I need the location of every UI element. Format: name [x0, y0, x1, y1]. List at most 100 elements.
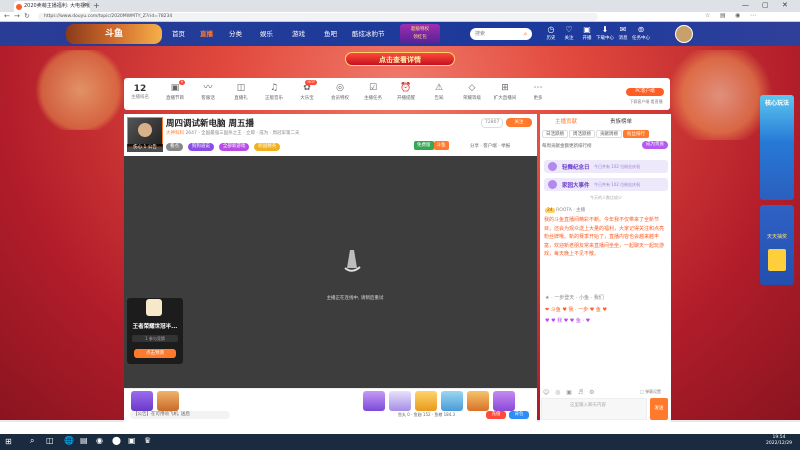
room-actions[interactable]: 分享 · 客户端 · 举报: [470, 143, 510, 149]
gift-item[interactable]: [363, 391, 385, 411]
recharge-button[interactable]: 充值: [486, 411, 506, 419]
rank-label: 主播排名: [131, 95, 149, 100]
nav-yuba[interactable]: 鱼吧: [324, 22, 337, 46]
tab-noble[interactable]: 贵族榜单: [610, 117, 632, 125]
browser-tab[interactable]: 2020卖萌主播福利: 大电视哦: [14, 1, 90, 12]
subtab-contrib[interactable]: 贡献周榜: [596, 130, 622, 138]
messages-button[interactable]: ✉ 消息: [614, 24, 632, 42]
room-tag[interactable]: 看点: [166, 143, 183, 151]
send-button[interactable]: 发送: [650, 398, 668, 420]
tab-contribution[interactable]: 主播贡献: [555, 117, 577, 125]
become-noble-button[interactable]: 成为贵族: [642, 141, 668, 149]
gift-item[interactable]: [415, 391, 437, 411]
side-ad-lottery[interactable]: 天天抽奖: [760, 205, 794, 285]
favorites-icon[interactable]: ☆: [705, 12, 710, 19]
toolbar-item[interactable]: ◎ 会员特权: [325, 82, 355, 103]
nav-entertainment[interactable]: 娱乐: [260, 22, 273, 46]
douyu-badge[interactable]: 斗鱼: [433, 141, 449, 150]
pc-client-button[interactable]: PC客户端: [626, 88, 664, 96]
room-tag[interactable]: 全部新游戏: [218, 143, 250, 151]
forward-arrow-icon[interactable]: →: [14, 12, 20, 20]
promo-badge[interactable]: 超级特权 领红包: [400, 24, 440, 44]
explorer-icon[interactable]: ▤: [80, 436, 88, 445]
nav-category[interactable]: 分类: [229, 22, 242, 46]
reload-icon[interactable]: ↻: [24, 12, 30, 20]
chat-input[interactable]: 这里输入聊天内容: [541, 398, 647, 420]
profile-icon[interactable]: ◉: [735, 12, 740, 19]
heart-icon: ♡: [565, 25, 573, 34]
toolbar-item[interactable]: ⏰ 开播提醒: [391, 82, 421, 103]
download-button[interactable]: ⬇ 下载中心: [596, 24, 614, 42]
window-close-button[interactable]: ✕: [782, 1, 788, 9]
subtab-fans[interactable]: 粉丝排行: [623, 130, 649, 138]
side-ad-event[interactable]: 核心玩法: [760, 95, 794, 200]
gift-item[interactable]: [131, 391, 153, 411]
danmu-settings[interactable]: □ 弹幕设置: [640, 389, 661, 395]
danmu-tip[interactable]: 【公告】在可用喷飞机, 送后: [130, 411, 230, 419]
video-player[interactable]: [124, 156, 537, 388]
toolbar-item[interactable]: ◇ 荣耀等级: [457, 82, 487, 103]
toolbar-item-label: 会员特权: [331, 96, 349, 101]
edge-icon[interactable]: 🌐: [64, 436, 74, 445]
room-tag[interactable]: 狗狗道说: [187, 143, 214, 151]
toolbar-item[interactable]: ▣ 直播节目 9: [160, 80, 190, 103]
app-icon[interactable]: ▣: [128, 436, 136, 445]
start-menu-icon[interactable]: ⊞: [5, 437, 12, 446]
gift-item[interactable]: [157, 391, 179, 411]
toolbar-item[interactable]: ◫ 直播礼: [226, 82, 256, 103]
system-clock[interactable]: 19:54 2022/12/29: [760, 435, 798, 447]
new-tab-button[interactable]: +: [93, 1, 100, 10]
rank-counter[interactable]: 12 主播排名: [130, 84, 150, 100]
toolbar-item[interactable]: ⚠ 告知: [424, 82, 454, 103]
gift-item[interactable]: [441, 391, 463, 411]
maximize-button[interactable]: ▢: [762, 1, 769, 9]
site-logo[interactable]: 斗鱼: [66, 24, 162, 44]
subtab-weekly[interactable]: 周活跃榜: [569, 130, 595, 138]
event-home[interactable]: 家园大事件 今日共有 102 位粉丝庆祝: [544, 178, 668, 191]
banner-detail-button[interactable]: 点击查看详情: [345, 52, 455, 66]
backpack-button[interactable]: 背包: [509, 411, 529, 419]
gift-item[interactable]: [467, 391, 489, 411]
toolbar-item[interactable]: ♫ 正版音乐: [259, 82, 289, 103]
start-stream-button[interactable]: ▣ 开播: [578, 24, 596, 42]
back-arrow-icon[interactable]: ←: [4, 12, 10, 20]
subtab-daily[interactable]: 日活跃榜: [542, 130, 568, 138]
collections-icon[interactable]: ▤: [720, 12, 726, 19]
minimize-button[interactable]: —: [742, 1, 749, 9]
history-button[interactable]: ◷ 历史: [542, 24, 560, 42]
toolbar-item[interactable]: ⋯ 更多: [523, 82, 553, 103]
toolbar-item[interactable]: ✿ 大乐宝 HOT: [292, 80, 322, 103]
gift-item[interactable]: [389, 391, 411, 411]
search-icon[interactable]: ⌕: [520, 29, 531, 39]
streamer-avatar[interactable]: [127, 117, 163, 147]
nav-event[interactable]: 酷炫冰豹节: [352, 22, 385, 46]
toolbar-item[interactable]: ☑ 主播任务: [358, 82, 388, 103]
follow-nav-button[interactable]: ♡ 关注: [560, 24, 578, 42]
nav-live[interactable]: 直播: [200, 22, 213, 46]
app-icon[interactable]: ⬤: [112, 436, 121, 445]
room-tag[interactable]: 跨国精英: [254, 143, 281, 151]
prediction-button[interactable]: 点击预测: [134, 349, 176, 358]
app-icon[interactable]: ♛: [144, 436, 151, 445]
taskview-icon[interactable]: ◫: [46, 436, 54, 445]
anchor-name[interactable]: 大神科科: [166, 131, 184, 136]
gift-item[interactable]: [493, 391, 515, 411]
toolbar-item[interactable]: 〰客服话: [193, 82, 223, 103]
app-icon[interactable]: ◉: [96, 436, 103, 445]
nav-home[interactable]: 首页: [172, 22, 185, 46]
nav-games[interactable]: 游戏: [292, 22, 305, 46]
tab-close-icon[interactable]: ✕: [82, 2, 87, 9]
chat-tools[interactable]: ☺ ◎ ▣ ♬ ⚙: [543, 389, 597, 396]
clock-date: 2022/12/29: [766, 441, 792, 446]
menu-icon[interactable]: ⋯: [750, 12, 756, 19]
chat-user[interactable]: 24 ROOTA · 主播: [545, 207, 585, 213]
follow-button[interactable]: 关注: [506, 118, 532, 127]
task-center-button[interactable]: ⊚ 任务中心: [632, 24, 650, 42]
url-field[interactable]: https://www.douyu.com/topic/2020MWMTY_Z?…: [38, 13, 598, 21]
toolbar-item[interactable]: ⊞ 扩大直播间: [490, 82, 520, 103]
user-avatar[interactable]: [675, 25, 693, 43]
envelope-icon: ✉: [619, 25, 627, 34]
search-icon[interactable]: ⌕: [30, 436, 34, 446]
event-anniversary[interactable]: 轻舞纪念日 今日共有 102 位粉丝庆祝: [544, 160, 668, 173]
free-badge[interactable]: 免费版: [414, 141, 434, 150]
